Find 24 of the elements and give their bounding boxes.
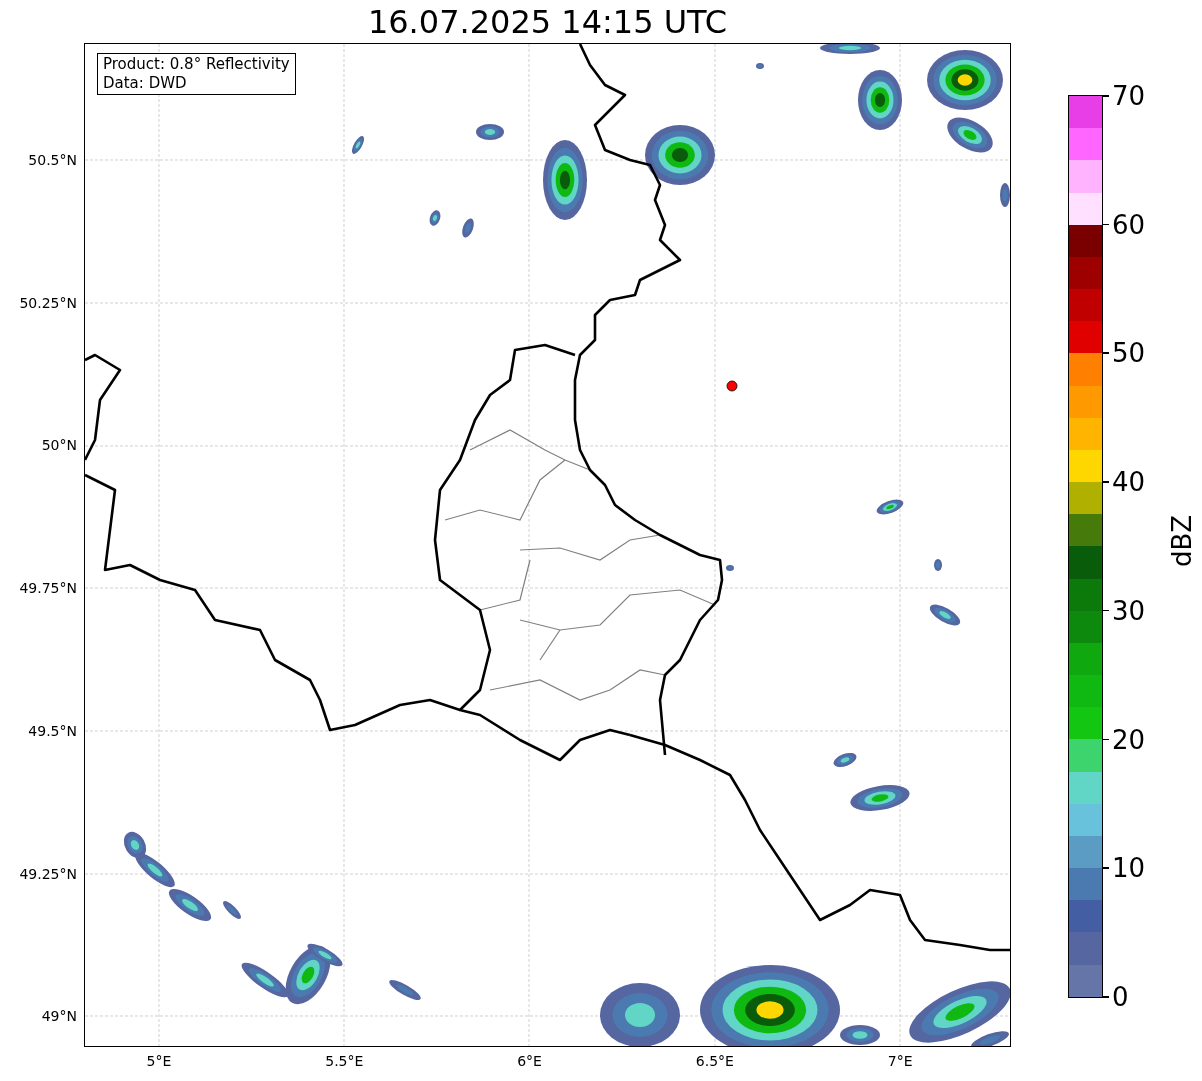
colorbar-tick-label: 0 xyxy=(1112,982,1129,1012)
colorbar-tick-label: 50 xyxy=(1112,338,1146,369)
latitude-label: 49.25°N xyxy=(19,864,77,883)
latitude-label: 50.5°N xyxy=(28,151,77,169)
latitude-label: 49.5°N xyxy=(28,721,77,740)
longitude-label: 6°E xyxy=(517,1052,542,1070)
colorbar-tick-label: 70 xyxy=(1112,81,1146,111)
colorbar-tick-label: 30 xyxy=(1112,595,1146,626)
latitude-label: 49°N xyxy=(41,1007,77,1026)
longitude-label: 5°E xyxy=(146,1052,172,1070)
colorbar-tick-label: 60 xyxy=(1112,209,1146,240)
latitude-label: 50.25°N xyxy=(19,293,77,312)
longitude-label: 6.5°E xyxy=(695,1052,734,1070)
colorbar-tick-label: 40 xyxy=(1112,467,1146,498)
latitude-label: 50°N xyxy=(41,436,77,455)
longitude-label: 5.5°E xyxy=(325,1052,364,1070)
latitude-label: 49.75°N xyxy=(19,579,77,598)
info-text: Product: 0.8° Reflectivity xyxy=(103,55,290,74)
chart-title: 16.07.2025 14:15 UTC xyxy=(366,2,729,43)
colorbar-tick-label: 10 xyxy=(1112,853,1146,884)
info-text: Data: DWD xyxy=(103,74,188,93)
longitude-label: 7°E xyxy=(887,1052,913,1070)
colorbar-label: dBZ xyxy=(1167,514,1197,567)
colorbar-tick-label: 20 xyxy=(1112,724,1146,755)
